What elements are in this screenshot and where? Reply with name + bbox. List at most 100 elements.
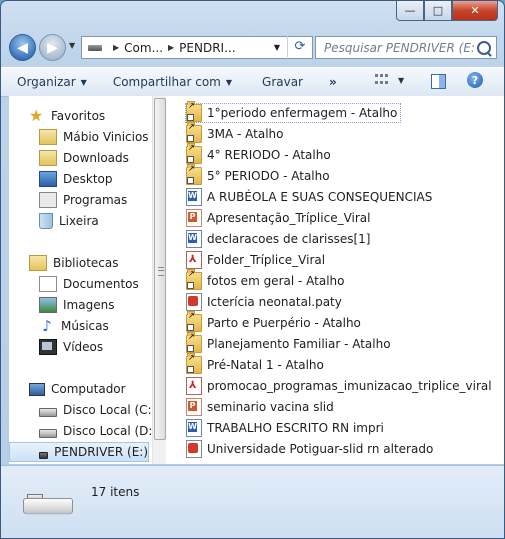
paty-file-icon: [186, 293, 202, 311]
sidebar-label: Computador: [51, 382, 126, 396]
forward-button[interactable]: ▶: [39, 34, 66, 61]
file-name: Planejamento Familiar - Atalho: [207, 337, 391, 351]
file-item[interactable]: Icterícia neonatal.paty: [186, 292, 342, 312]
star-icon: ★: [29, 106, 44, 125]
sidebar-label: Imagens: [63, 298, 115, 312]
minimize-button[interactable]: —: [396, 1, 424, 21]
file-item[interactable]: 3MA - Atalho: [186, 122, 284, 144]
chevron-right-icon[interactable]: ▶: [168, 43, 174, 52]
scrollbar-thumb[interactable]: [154, 98, 166, 440]
sidebar-label: Lixeira: [59, 214, 99, 228]
address-bar[interactable]: ▶ Com... ▶ PENDRI... ▼: [81, 36, 313, 59]
file-item[interactable]: ⅄ promocao_programas_imunizacao_triplice_…: [186, 376, 492, 396]
sidebar-label: Programas: [63, 193, 128, 207]
close-button[interactable]: ✕: [452, 1, 498, 21]
burn-label: Gravar: [262, 75, 303, 89]
maximize-button[interactable]: □: [424, 1, 452, 21]
breadcrumb-pendriver[interactable]: PENDRI...: [179, 41, 235, 55]
file-item[interactable]: W A RUBÉOLA E SUAS CONSEQUENCIAS: [186, 187, 432, 207]
file-item[interactable]: W TRABALHO ESCRITO RN impri: [186, 418, 384, 438]
file-item[interactable]: Wdeclaracoes de clarisses[1]: [186, 229, 370, 249]
pdf-icon: ⅄: [186, 377, 202, 395]
downloads-icon: [39, 150, 57, 166]
organize-menu[interactable]: Organizar ▼: [17, 75, 87, 89]
powerpoint-icon: P: [186, 398, 202, 416]
sidebar-item-pendriver[interactable]: PENDRIVER (E:): [9, 442, 149, 462]
explorer-window: — □ ✕ ◀ ▶ ▼ ▶ Com... ▶ PENDRI... ▼ ⟳ Org…: [0, 0, 505, 539]
chevron-down-icon: ▼: [80, 77, 87, 87]
sidebar-label: Disco Local (C:): [63, 403, 157, 417]
sidebar-item-musicas[interactable]: ♪ Músicas: [39, 316, 109, 336]
sidebar-item-programas[interactable]: Programas: [39, 190, 127, 210]
sidebar-item-disk-c[interactable]: Disco Local (C:): [39, 400, 156, 420]
sidebar-item-downloads[interactable]: Downloads: [39, 148, 129, 168]
file-name: A RUBÉOLA E SUAS CONSEQUENCIAS: [207, 190, 433, 204]
sidebar-label: Documentos: [63, 277, 139, 291]
chevron-right-icon[interactable]: ▶: [113, 43, 119, 52]
sidebar-favorites[interactable]: ★ Favoritos: [29, 106, 105, 126]
libraries-icon: [29, 255, 47, 271]
word-document-icon: W: [186, 188, 202, 206]
back-arrow-icon: ◀: [17, 39, 28, 56]
address-dropdown-icon[interactable]: ▼: [274, 43, 280, 52]
sidebar-label: Músicas: [61, 319, 109, 333]
file-item[interactable]: Pseminario vacina slid: [186, 397, 334, 417]
file-name: Pré-Natal 1 - Atalho: [207, 358, 324, 372]
preview-pane-button[interactable]: [431, 74, 446, 89]
folder-shortcut-icon: [186, 164, 202, 185]
search-box[interactable]: [315, 36, 497, 59]
sidebar-label: Downloads: [63, 151, 129, 165]
sidebar-item-documentos[interactable]: Documentos: [39, 274, 139, 294]
sidebar-label: Favoritos: [51, 109, 106, 123]
file-name: promocao_programas_imunizacao_triplice_v…: [207, 379, 492, 393]
file-item[interactable]: Pré-Natal 1 - Atalho: [186, 353, 324, 375]
sidebar-item-imagens[interactable]: Imagens: [39, 295, 114, 315]
file-item[interactable]: Parto e Puerpério - Atalho: [186, 311, 361, 333]
usb-drive-large-icon: [23, 494, 73, 518]
sidebar-item-disk-d[interactable]: Disco Local (D:): [39, 421, 157, 441]
file-name: 3MA - Atalho: [207, 127, 284, 141]
computer-icon: [29, 382, 45, 396]
file-item[interactable]: 1°periodo enfermagem - Atalho: [185, 101, 402, 123]
help-button[interactable]: ?: [467, 72, 483, 88]
change-view-button[interactable]: ▼: [375, 74, 404, 86]
pictures-icon: [39, 297, 57, 313]
recent-pages-dropdown[interactable]: ▼: [69, 41, 75, 50]
sidebar-libraries[interactable]: Bibliotecas: [29, 253, 118, 273]
file-item[interactable]: ⅄ Folder_Tríplice_Viral: [186, 250, 325, 270]
sidebar-label: PENDRIVER (E:): [54, 445, 148, 459]
back-button[interactable]: ◀: [9, 34, 36, 61]
file-item[interactable]: P Apresentação_Tríplice_Viral: [186, 208, 370, 228]
refresh-icon: ⟳: [294, 39, 306, 54]
file-item[interactable]: Universidade Potiguar-slid rn alterado: [186, 439, 433, 459]
navigation-pane: ★ Favoritos Mábio Vinicios Downloads Desk…: [9, 96, 157, 464]
sidebar-item-lixeira[interactable]: Lixeira: [39, 211, 99, 231]
file-item[interactable]: 5° PERIODO - Atalho: [186, 164, 330, 186]
file-item[interactable]: 4° RERIODO - Atalho: [186, 143, 331, 165]
file-name: seminario vacina slid: [207, 400, 334, 414]
navigation-pane-scrollbar[interactable]: [152, 96, 166, 464]
music-icon: ♪: [42, 317, 52, 335]
file-item[interactable]: fotos em geral - Atalho: [186, 269, 344, 291]
file-name: Icterícia neonatal.paty: [207, 295, 342, 309]
window-controls: — □ ✕: [396, 1, 498, 21]
more-commands-button[interactable]: »: [329, 75, 337, 89]
share-label: Compartilhar com: [112, 75, 221, 89]
sidebar-item-mabio[interactable]: Mábio Vinicios: [39, 127, 149, 147]
search-input[interactable]: [322, 39, 476, 56]
refresh-button[interactable]: ⟳: [287, 36, 312, 57]
forward-arrow-icon: ▶: [47, 39, 58, 56]
burn-button[interactable]: Gravar: [262, 75, 303, 89]
breadcrumb-computer[interactable]: Com...: [124, 41, 163, 55]
sidebar-item-desktop[interactable]: Desktop: [39, 169, 113, 189]
file-item[interactable]: Planejamento Familiar - Atalho: [186, 332, 391, 354]
help-icon: ?: [471, 73, 479, 87]
sidebar-label: Desktop: [63, 172, 113, 186]
search-icon[interactable]: [477, 40, 491, 55]
sidebar-computer[interactable]: Computador: [29, 379, 126, 399]
file-name: Apresentação_Tríplice_Viral: [207, 211, 371, 225]
chevron-down-icon: ▼: [398, 75, 405, 85]
share-menu[interactable]: Compartilhar com ▼: [113, 75, 232, 89]
folder-shortcut-icon: [186, 332, 202, 353]
sidebar-item-videos[interactable]: Vídeos: [39, 337, 103, 357]
